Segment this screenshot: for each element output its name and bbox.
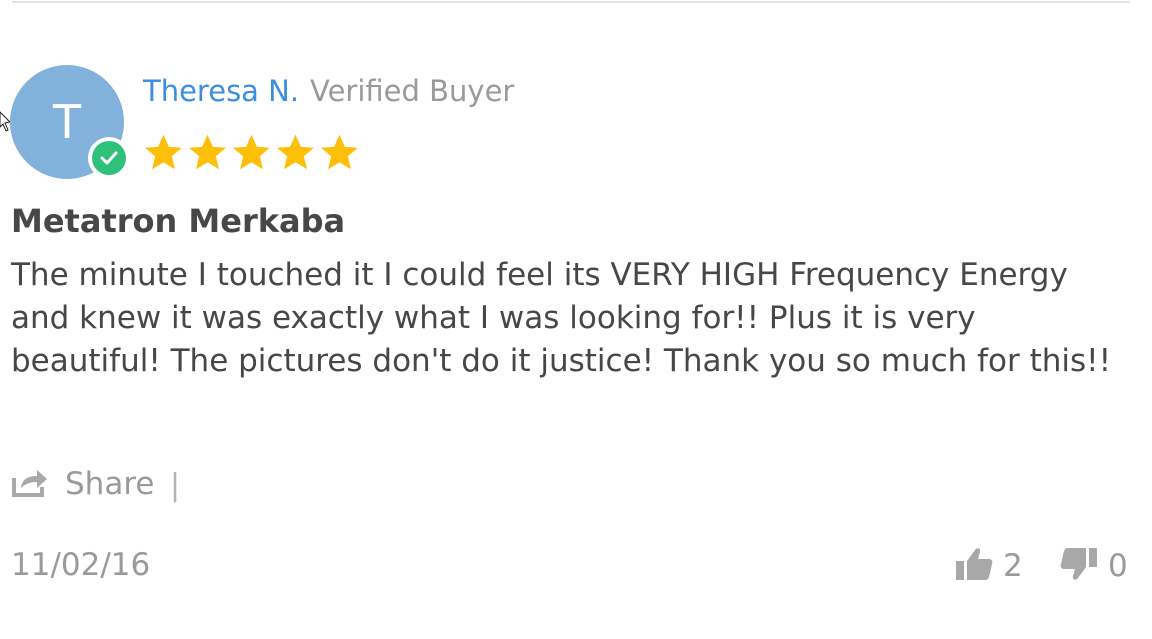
divider (12, 1, 1130, 3)
thumbs-up-button[interactable]: 2 (955, 546, 1023, 586)
thumbs-up-icon (955, 546, 993, 586)
star-icon (189, 134, 226, 170)
verified-check-icon (88, 137, 130, 179)
thumbs-down-count: 0 (1108, 548, 1128, 584)
star-icon (277, 134, 314, 170)
review-date: 11/02/16 (11, 547, 151, 583)
review-title: Metatron Merkaba (11, 202, 346, 240)
share-label: Share (65, 466, 155, 502)
review-body: The minute I touched it I could feel its… (11, 257, 1112, 379)
thumbs-up-count: 2 (1003, 548, 1023, 584)
star-rating (143, 132, 360, 173)
share-icon (11, 466, 49, 502)
action-separator: | (170, 468, 181, 503)
thumbs-down-icon (1060, 546, 1098, 586)
reviewer-name[interactable]: Theresa N. (143, 74, 299, 108)
star-icon (145, 134, 182, 170)
avatar-initial: T (52, 95, 82, 149)
star-icon (233, 134, 270, 170)
thumbs-down-button[interactable]: 0 (1060, 546, 1128, 586)
share-button[interactable]: Share (11, 466, 154, 502)
star-icon (321, 134, 358, 170)
verified-buyer-badge: Verified Buyer (310, 74, 515, 108)
